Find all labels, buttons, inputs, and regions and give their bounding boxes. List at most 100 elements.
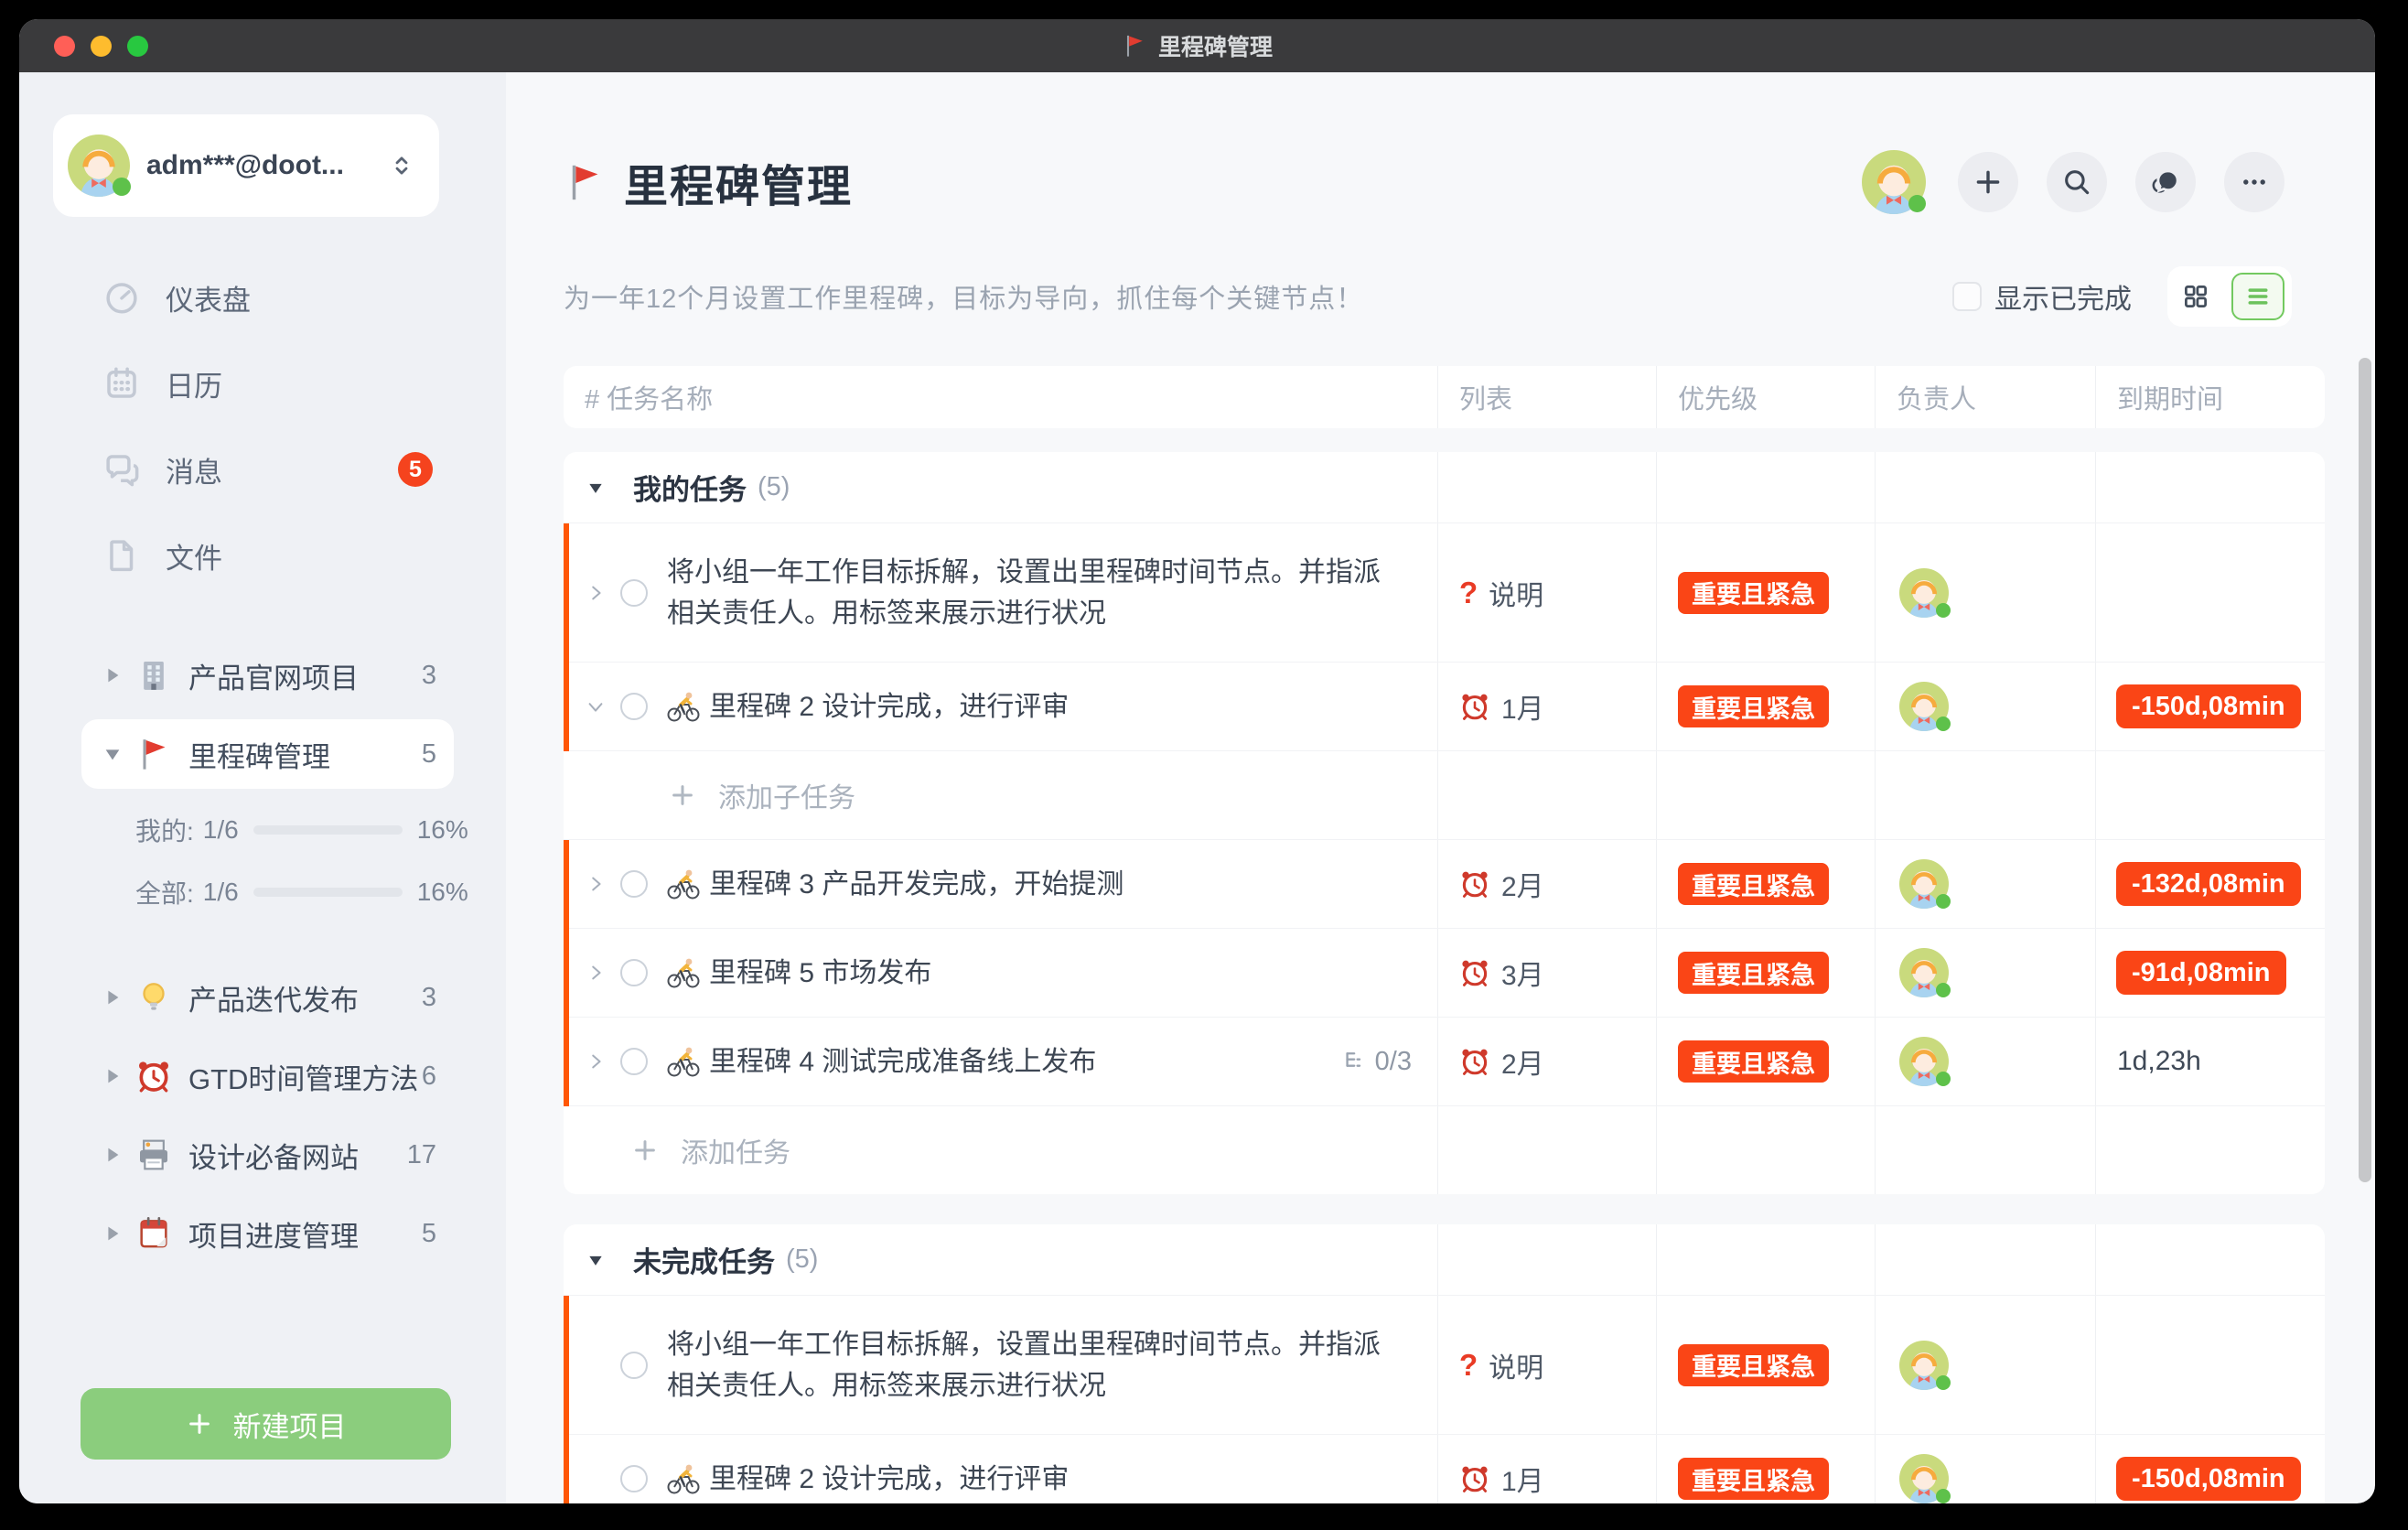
column-header-assignee[interactable]: 负责人 — [1875, 366, 2095, 428]
task-row[interactable]: 里程碑 5 市场发布3月重要且紧急-91d,08min — [564, 929, 2325, 1018]
new-project-button[interactable]: 新建项目 — [81, 1388, 451, 1460]
sidebar-item-label: 消息 — [166, 449, 222, 490]
sidebar-item-files[interactable]: 文件 — [102, 526, 506, 585]
task-complete-circle[interactable] — [620, 959, 648, 986]
section-title: 我的任务 — [633, 467, 747, 508]
priority-badge: 重要且紧急 — [1678, 685, 1829, 727]
sidebar-item-label: 文件 — [166, 535, 222, 576]
show-completed-label: 显示已完成 — [1994, 276, 2132, 317]
add-control[interactable]: 添加任务 — [564, 1130, 790, 1170]
assignee-avatar — [1899, 1454, 1949, 1503]
sidebar-item-calendar[interactable]: 日历 — [102, 354, 506, 413]
sidebar-project-item[interactable]: 产品官网项目3 — [19, 636, 506, 715]
task-list-cell: 1月 — [1437, 663, 1656, 750]
more-options-button[interactable] — [2224, 152, 2284, 212]
chat-filled-icon — [2150, 167, 2181, 198]
add-control[interactable]: 添加子任务 — [564, 775, 855, 815]
alarm-clock-icon — [1459, 957, 1490, 988]
assignee-avatar — [1899, 948, 1949, 997]
task-assignee-cell — [1875, 523, 2095, 662]
priority-badge: 重要且紧急 — [1678, 572, 1829, 614]
expand-triangle-icon — [102, 665, 123, 685]
sidebar-project-item[interactable]: 项目进度管理5 — [19, 1194, 506, 1273]
project-task-count: 3 — [422, 661, 436, 691]
add-member-button[interactable] — [1958, 152, 2018, 212]
task-complete-circle[interactable] — [620, 579, 648, 607]
project-task-count: 3 — [422, 983, 436, 1013]
search-button[interactable] — [2047, 152, 2107, 212]
new-project-label: 新建项目 — [233, 1404, 347, 1445]
alarm-clock-icon — [1459, 1463, 1490, 1494]
column-header-list[interactable]: 列表 — [1437, 366, 1656, 428]
expand-triangle-icon — [102, 1223, 123, 1244]
task-row[interactable]: 里程碑 3 产品开发完成，开始提测2月重要且紧急-132d,08min — [564, 840, 2325, 929]
chevron-right-icon[interactable] — [586, 583, 606, 603]
add-task-row[interactable]: 添加任务 — [564, 1106, 2325, 1194]
column-header-due[interactable]: 到期时间 — [2095, 366, 2325, 428]
task-due-cell — [2095, 1296, 2325, 1434]
sidebar-item-dashboard[interactable]: 仪表盘 — [102, 268, 506, 327]
priority-badge: 重要且紧急 — [1678, 1458, 1829, 1500]
account-switcher-icon[interactable] — [388, 152, 415, 179]
member-avatar[interactable] — [1862, 150, 1926, 214]
online-status-dot — [1936, 717, 1951, 731]
cyclist-icon — [667, 956, 700, 989]
task-complete-circle[interactable] — [620, 1048, 648, 1075]
grid-view-icon — [2182, 283, 2209, 310]
task-list-cell: ?说明 — [1437, 1296, 1656, 1434]
sidebar-project-item[interactable]: GTD时间管理方法6 — [19, 1037, 506, 1115]
progress-row: 全部:1/616% — [135, 874, 506, 910]
collapse-triangle-icon — [586, 479, 605, 497]
close-window-button[interactable] — [54, 36, 75, 57]
task-row[interactable]: 里程碑 2 设计完成，进行评审1月重要且紧急-150d,08min — [564, 1435, 2325, 1503]
account-card[interactable]: adm***@doot... — [53, 114, 439, 217]
task-row[interactable]: 将小组一年工作目标拆解，设置出里程碑时间节点。并指派相关责任人。用标签来展示进行… — [564, 1296, 2325, 1435]
empty-cell — [2095, 751, 2325, 839]
task-row[interactable]: 将小组一年工作目标拆解，设置出里程碑时间节点。并指派相关责任人。用标签来展示进行… — [564, 523, 2325, 663]
progress-ratio: 1/6 — [203, 815, 239, 845]
project-task-count: 6 — [422, 1061, 436, 1092]
empty-cell — [2095, 1106, 2325, 1194]
task-complete-circle[interactable] — [620, 870, 648, 898]
task-name: 将小组一年工作目标拆解，设置出里程碑时间节点。并指派相关责任人。用标签来展示进行… — [667, 1324, 1390, 1406]
sidebar-item-messages[interactable]: 消息 5 — [102, 440, 506, 499]
task-due-cell: -132d,08min — [2095, 840, 2325, 928]
task-row[interactable]: 里程碑 2 设计完成，进行评审1月重要且紧急-150d,08min — [564, 663, 2325, 751]
zoom-window-button[interactable] — [127, 36, 148, 57]
task-assignee-cell — [1875, 1018, 2095, 1105]
minimize-window-button[interactable] — [91, 36, 112, 57]
project-description: 为一年12个月设置工作里程碑，目标为导向，抓住每个关键节点！ — [564, 277, 1363, 316]
task-complete-circle[interactable] — [620, 1465, 648, 1492]
table-header: # 任务名称 列表 优先级 负责人 到期时间 — [564, 366, 2325, 428]
column-header-priority[interactable]: 优先级 — [1656, 366, 1875, 428]
search-icon — [2061, 167, 2092, 198]
project-label: 设计必备网站 — [188, 1135, 407, 1176]
empty-cell — [1656, 1106, 1875, 1194]
chevron-right-icon[interactable] — [586, 963, 606, 983]
list-view-button[interactable] — [2231, 273, 2284, 320]
progress-label: 全部: — [135, 874, 194, 910]
board-view-button[interactable] — [2175, 274, 2217, 319]
chevron-down-icon[interactable] — [586, 696, 606, 717]
task-row[interactable]: 里程碑 4 测试完成准备线上发布0/32月重要且紧急1d,23h — [564, 1018, 2325, 1106]
project-task-count: 17 — [407, 1140, 436, 1170]
task-name: 里程碑 5 市场发布 — [709, 953, 931, 994]
sidebar-project-item[interactable]: 里程碑管理5 — [19, 715, 506, 793]
vertical-scrollbar[interactable] — [2359, 358, 2371, 1182]
empty-cell — [1437, 1224, 1656, 1295]
sidebar-project-item[interactable]: 设计必备网站17 — [19, 1115, 506, 1194]
sidebar-project-item[interactable]: 产品迭代发布3 — [19, 958, 506, 1037]
view-toggle — [2167, 266, 2292, 327]
task-name-cell: 将小组一年工作目标拆解，设置出里程碑时间节点。并指派相关责任人。用标签来展示进行… — [564, 523, 1437, 662]
project-chat-button[interactable] — [2135, 152, 2196, 212]
column-header-name[interactable]: # 任务名称 — [564, 366, 1437, 428]
task-complete-circle[interactable] — [620, 693, 648, 720]
chevron-right-icon[interactable] — [586, 874, 606, 894]
chevron-right-icon[interactable] — [586, 1051, 606, 1072]
add-subtask-row[interactable]: 添加子任务 — [564, 751, 2325, 840]
task-due-cell: -91d,08min — [2095, 929, 2325, 1017]
task-complete-circle[interactable] — [620, 1352, 648, 1379]
show-completed-checkbox[interactable] — [1952, 282, 1982, 311]
file-icon — [102, 536, 141, 575]
online-status-dot — [1936, 894, 1951, 909]
